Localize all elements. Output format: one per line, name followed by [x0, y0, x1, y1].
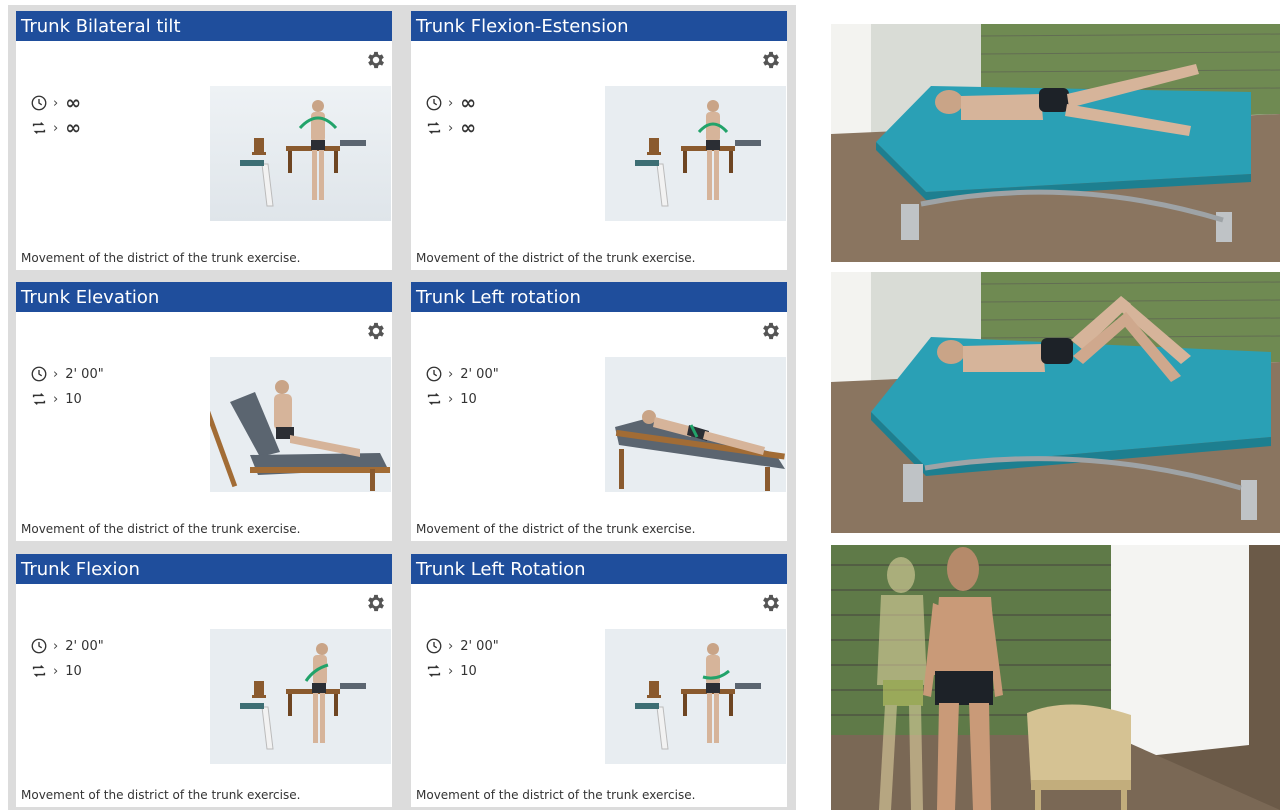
chevron-right-icon: ›: [448, 366, 454, 382]
clock-icon: [426, 95, 442, 111]
duration-row: › 2' 00": [30, 636, 104, 656]
chevron-right-icon: ›: [448, 391, 454, 407]
repeat-icon: [32, 665, 46, 677]
exercise-thumbnail[interactable]: [605, 357, 786, 492]
clock-icon: [426, 638, 442, 654]
duration-value: ∞: [65, 92, 82, 114]
exercise-thumbnail[interactable]: [210, 86, 391, 221]
exercise-card[interactable]: Trunk Left rotation › 2' 00" › 10 Moveme…: [411, 282, 787, 541]
chevron-right-icon: ›: [53, 95, 59, 111]
duration-value: ∞: [460, 92, 477, 114]
repeat-icon: [427, 393, 441, 405]
exercise-thumbnail[interactable]: [605, 86, 786, 221]
chevron-right-icon: ›: [448, 638, 454, 654]
repetitions-value: 10: [460, 663, 477, 679]
repetitions-row: › ∞: [425, 118, 476, 138]
duration-value: 2' 00": [65, 366, 104, 382]
exercise-grid: Trunk Bilateral tilt › ∞ › ∞ Movement of…: [8, 5, 796, 810]
card-title: Trunk Left rotation: [411, 282, 787, 312]
card-description: Movement of the district of the trunk ex…: [21, 251, 301, 265]
card-description: Movement of the district of the trunk ex…: [21, 522, 301, 536]
chevron-right-icon: ›: [448, 663, 454, 679]
gear-icon[interactable]: [365, 592, 387, 614]
repetitions-value: ∞: [65, 117, 82, 139]
repetitions-row: › 10: [30, 389, 82, 409]
scene-lying-legs-straight: [831, 24, 1280, 262]
repetitions-value: ∞: [460, 117, 477, 139]
card-description: Movement of the district of the trunk ex…: [21, 788, 301, 802]
chevron-right-icon: ›: [53, 120, 59, 136]
chevron-right-icon: ›: [53, 638, 59, 654]
repetitions-row: › 10: [30, 661, 82, 681]
repetitions-value: 10: [460, 391, 477, 407]
card-description: Movement of the district of the trunk ex…: [416, 522, 696, 536]
duration-row: › ∞: [425, 93, 476, 113]
card-title: Trunk Bilateral tilt: [16, 11, 392, 41]
exercise-card[interactable]: Trunk Flexion-Estension › ∞ › ∞ Movement…: [411, 11, 787, 270]
clock-icon: [31, 95, 47, 111]
repetitions-row: › ∞: [30, 118, 81, 138]
duration-row: › 2' 00": [425, 636, 499, 656]
repetitions-value: 10: [65, 663, 82, 679]
repetitions-row: › 10: [425, 389, 477, 409]
exercise-thumbnail[interactable]: [605, 629, 786, 764]
exercise-card[interactable]: Trunk Bilateral tilt › ∞ › ∞ Movement of…: [16, 11, 392, 270]
clock-icon: [426, 366, 442, 382]
scene-lying-knees-bent: [831, 272, 1280, 533]
chevron-right-icon: ›: [53, 391, 59, 407]
repeat-icon: [32, 122, 46, 134]
duration-row: › 2' 00": [30, 364, 104, 384]
clock-icon: [31, 366, 47, 382]
duration-row: › 2' 00": [425, 364, 499, 384]
duration-value: 2' 00": [460, 638, 499, 654]
exercise-thumbnail[interactable]: [210, 357, 391, 492]
gear-icon[interactable]: [760, 49, 782, 71]
card-title: Trunk Left Rotation: [411, 554, 787, 584]
exercise-card[interactable]: Trunk Flexion › 2' 00" › 10 Movement of …: [16, 554, 392, 807]
exercise-thumbnail[interactable]: [210, 629, 391, 764]
card-description: Movement of the district of the trunk ex…: [416, 251, 696, 265]
repeat-icon: [32, 393, 46, 405]
duration-row: › ∞: [30, 93, 81, 113]
gear-icon[interactable]: [365, 49, 387, 71]
repeat-icon: [427, 665, 441, 677]
duration-value: 2' 00": [460, 366, 499, 382]
chevron-right-icon: ›: [448, 120, 454, 136]
repeat-icon: [427, 122, 441, 134]
chevron-right-icon: ›: [53, 366, 59, 382]
gear-icon[interactable]: [365, 320, 387, 342]
chevron-right-icon: ›: [53, 663, 59, 679]
gear-icon[interactable]: [760, 592, 782, 614]
gear-icon[interactable]: [760, 320, 782, 342]
card-description: Movement of the district of the trunk ex…: [416, 788, 696, 802]
exercise-card[interactable]: Trunk Elevation › 2' 00" › 10 Movement o…: [16, 282, 392, 541]
repetitions-row: › 10: [425, 661, 477, 681]
duration-value: 2' 00": [65, 638, 104, 654]
card-title: Trunk Flexion-Estension: [411, 11, 787, 41]
chevron-right-icon: ›: [448, 95, 454, 111]
clock-icon: [31, 638, 47, 654]
card-title: Trunk Elevation: [16, 282, 392, 312]
card-title: Trunk Flexion: [16, 554, 392, 584]
repetitions-value: 10: [65, 391, 82, 407]
exercise-card[interactable]: Trunk Left Rotation › 2' 00" › 10 Moveme…: [411, 554, 787, 807]
scene-standing-with-guide: [831, 545, 1280, 810]
